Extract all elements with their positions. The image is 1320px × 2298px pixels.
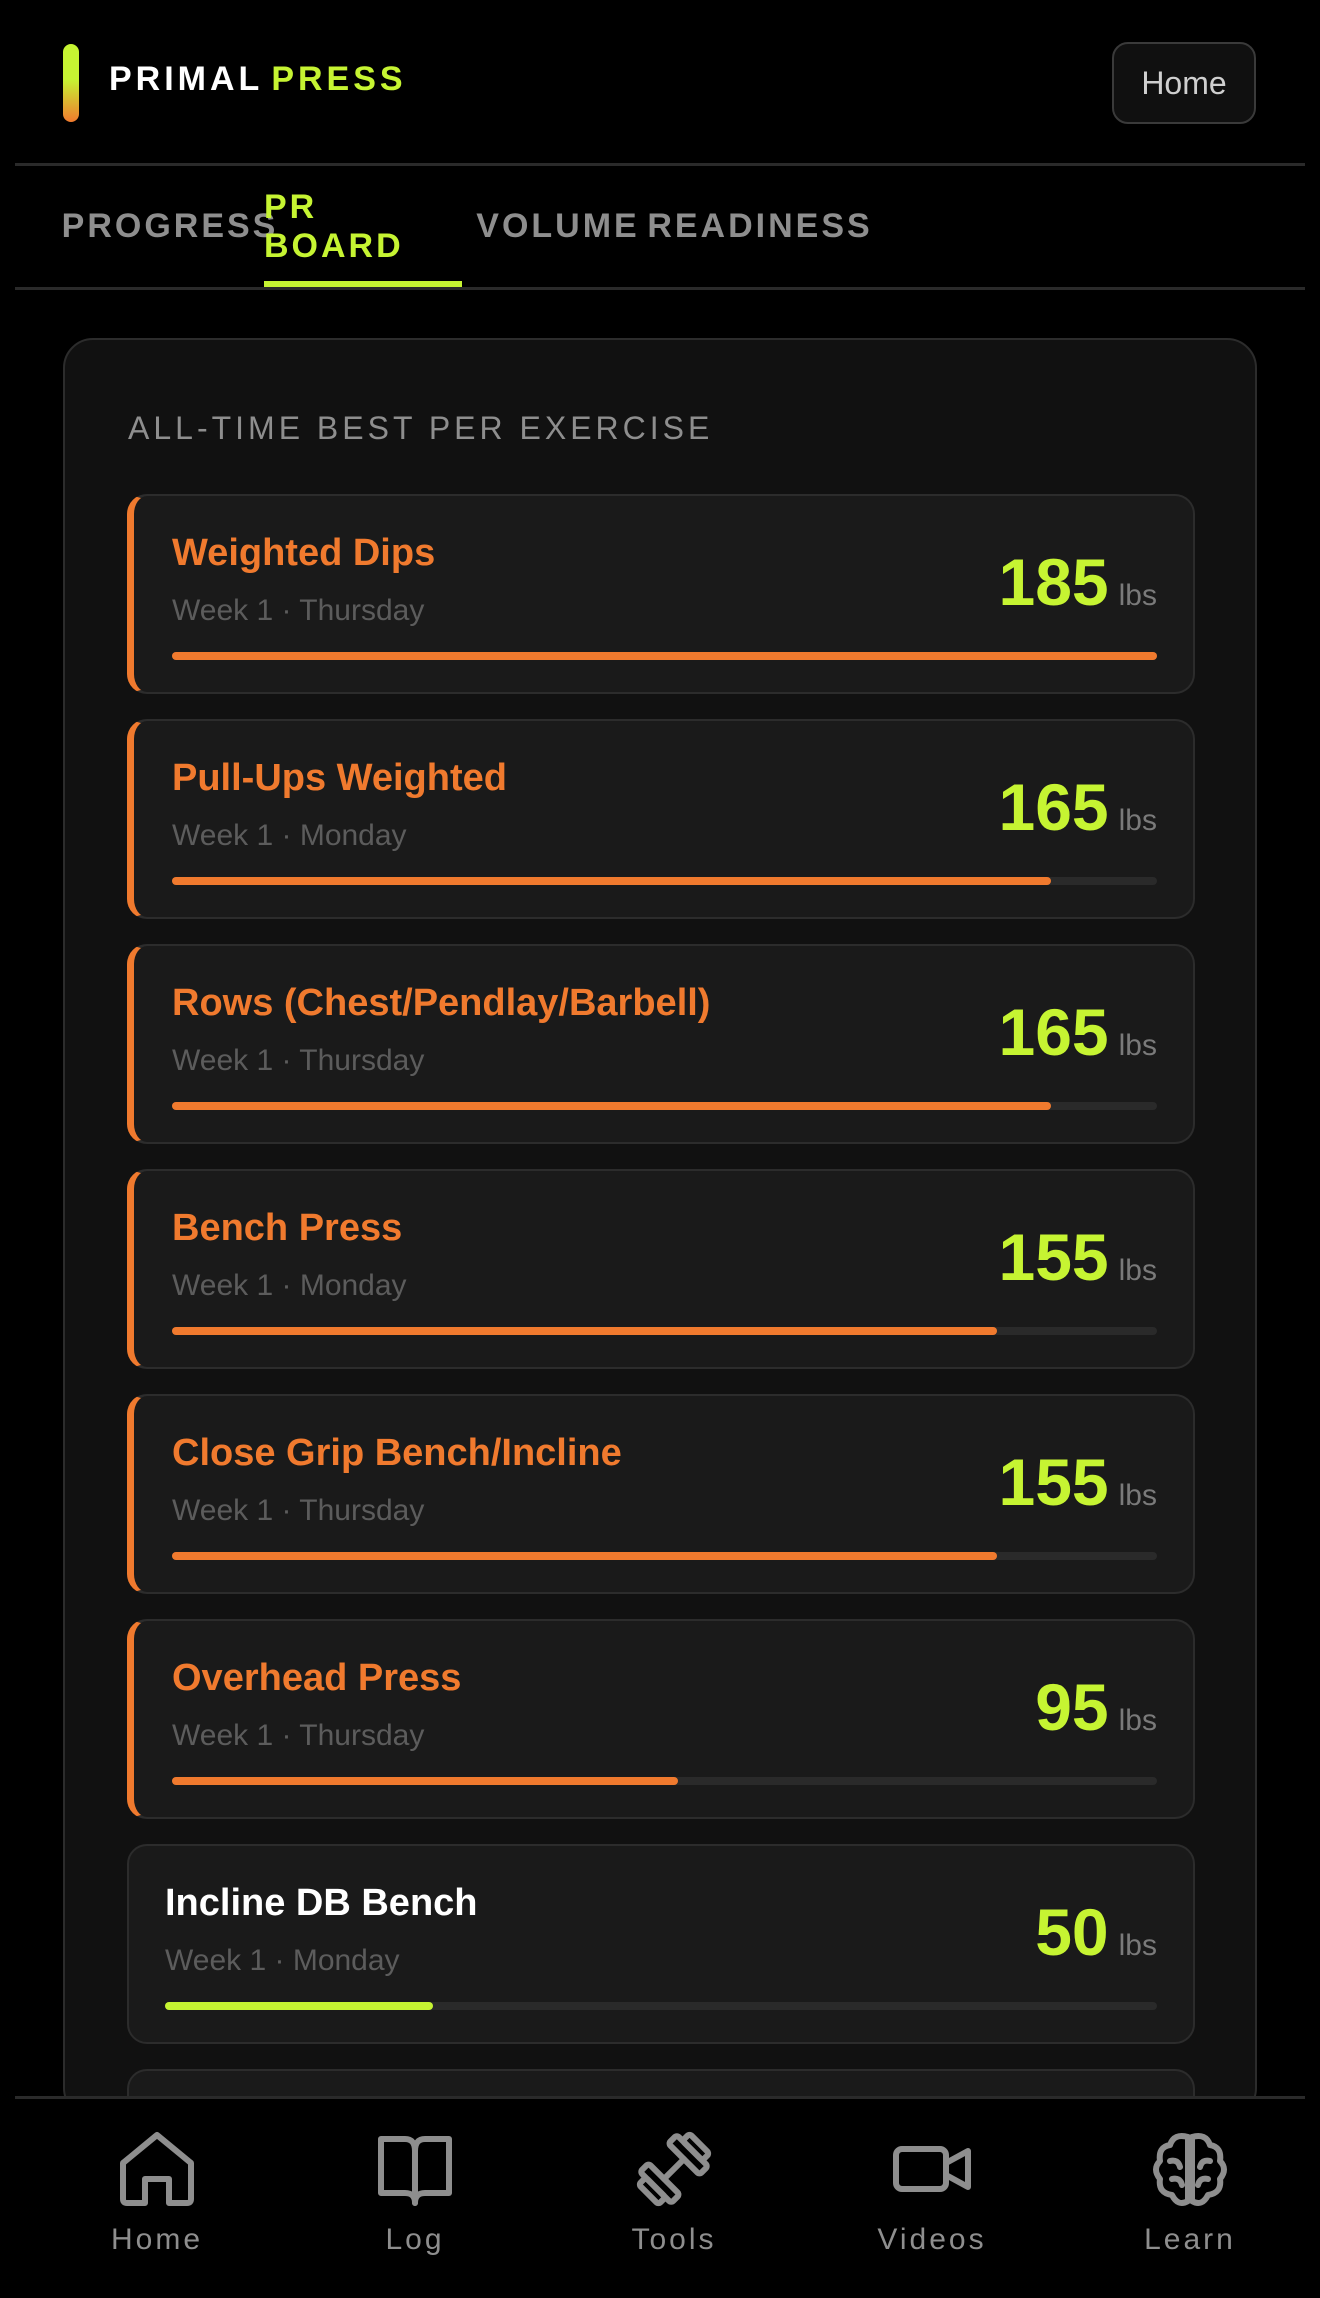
dumbbell-icon bbox=[634, 2129, 714, 2209]
nav-learn[interactable]: Learn bbox=[1090, 2099, 1290, 2298]
brand-logo-bar bbox=[63, 44, 79, 122]
home-button[interactable]: Home bbox=[1112, 42, 1256, 124]
brand-title: PRIMAL PRESS bbox=[109, 60, 407, 99]
pr-weight: 50 lbs bbox=[1035, 1894, 1157, 1970]
nav-home-label: Home bbox=[110, 2223, 204, 2256]
pr-progress-fill bbox=[172, 1777, 679, 1785]
brand-word-primal: PRIMAL bbox=[109, 60, 264, 98]
pr-board-card: ALL-TIME BEST PER EXERCISE Weighted Dips… bbox=[63, 338, 1257, 2118]
pr-progress-track bbox=[172, 1552, 1157, 1560]
pr-weight-unit: lbs bbox=[1118, 1254, 1157, 1287]
pr-weight-value: 165 bbox=[998, 995, 1109, 1069]
nav-videos-label: Videos bbox=[877, 2223, 987, 2256]
tab-pr-board[interactable]: PR BOARD bbox=[264, 166, 462, 287]
pr-weight: 155 lbs bbox=[999, 1444, 1157, 1520]
pr-weight-unit: lbs bbox=[1118, 1929, 1157, 1962]
pr-row[interactable]: Overhead Press Week 1 · Thursday 95 lbs bbox=[127, 1619, 1195, 1819]
pr-weight-value: 155 bbox=[998, 1220, 1109, 1294]
exercise-date: Week 1 · Monday bbox=[172, 1269, 407, 1302]
pr-progress-fill bbox=[165, 2002, 433, 2010]
pr-progress-track bbox=[165, 2002, 1157, 2010]
brain-icon bbox=[1150, 2129, 1230, 2209]
nav-learn-label: Learn bbox=[1144, 2223, 1236, 2256]
nav-log[interactable]: Log bbox=[315, 2099, 515, 2298]
pr-weight-unit: lbs bbox=[1118, 1479, 1157, 1512]
exercise-date: Week 1 · Thursday bbox=[172, 594, 425, 627]
video-camera-icon bbox=[892, 2129, 972, 2209]
pr-weight-value: 185 bbox=[998, 545, 1109, 619]
pr-progress-track bbox=[172, 1102, 1157, 1110]
pr-progress-fill bbox=[172, 1552, 998, 1560]
nav-tools[interactable]: Tools bbox=[574, 2099, 774, 2298]
pr-weight: 185 lbs bbox=[999, 544, 1157, 620]
pr-progress-fill bbox=[172, 877, 1051, 885]
exercise-name: Close Grip Bench/Incline bbox=[172, 1432, 622, 1474]
pr-row[interactable]: Close Grip Bench/Incline Week 1 · Thursda… bbox=[127, 1394, 1195, 1594]
pr-progress-track bbox=[172, 1327, 1157, 1335]
pr-weight-value: 155 bbox=[998, 1445, 1109, 1519]
pr-progress-fill bbox=[172, 1102, 1051, 1110]
exercise-name: Rows (Chest/Pendlay/Barbell) bbox=[172, 982, 711, 1024]
exercise-name: Bench Press bbox=[172, 1207, 403, 1249]
home-icon bbox=[117, 2129, 197, 2209]
exercise-name: Weighted Dips bbox=[172, 532, 436, 574]
bottom-nav: Home Log Tools Videos Learn bbox=[15, 2096, 1305, 2298]
pr-progress-fill bbox=[172, 652, 1157, 660]
tab-bar: PROGRESS PR BOARD VOLUME READINESS bbox=[15, 166, 1305, 290]
pr-weight-value: 165 bbox=[998, 770, 1109, 844]
pr-weight: 95 lbs bbox=[1035, 1669, 1157, 1745]
pr-weight-unit: lbs bbox=[1118, 579, 1157, 612]
pr-weight-unit: lbs bbox=[1118, 1704, 1157, 1737]
pr-weight: 165 lbs bbox=[999, 994, 1157, 1070]
tab-progress[interactable]: PROGRESS bbox=[62, 166, 276, 287]
pr-row[interactable]: Incline DB Bench Week 1 · Monday 50 lbs bbox=[127, 1844, 1195, 2044]
pr-weight-unit: lbs bbox=[1118, 804, 1157, 837]
exercise-date: Week 1 · Monday bbox=[165, 1944, 400, 1977]
nav-log-label: Log bbox=[385, 2223, 445, 2256]
exercise-date: Week 1 · Thursday bbox=[172, 1494, 425, 1527]
exercise-date: Week 1 · Thursday bbox=[172, 1719, 425, 1752]
exercise-name: Pull-Ups Weighted bbox=[172, 757, 507, 799]
pr-row[interactable]: Pull-Ups Weighted Week 1 · Monday 165 lbs bbox=[127, 719, 1195, 919]
exercise-name: Overhead Press bbox=[172, 1657, 462, 1699]
pr-weight: 155 lbs bbox=[999, 1219, 1157, 1295]
nav-tools-label: Tools bbox=[631, 2223, 717, 2256]
pr-weight: 165 lbs bbox=[999, 769, 1157, 845]
pr-progress-track bbox=[172, 877, 1157, 885]
pr-progress-track bbox=[172, 652, 1157, 660]
exercise-name: Incline DB Bench bbox=[165, 1882, 478, 1924]
pr-row[interactable]: Rows (Chest/Pendlay/Barbell) Week 1 · Thu… bbox=[127, 944, 1195, 1144]
app-header: PRIMAL PRESS Home bbox=[15, 0, 1305, 166]
nav-videos[interactable]: Videos bbox=[832, 2099, 1032, 2298]
pr-weight-value: 95 bbox=[1035, 1670, 1109, 1744]
tab-readiness[interactable]: READINESS bbox=[647, 166, 869, 287]
section-title: ALL-TIME BEST PER EXERCISE bbox=[128, 410, 714, 446]
exercise-date: Week 1 · Thursday bbox=[172, 1044, 425, 1077]
pr-weight-value: 50 bbox=[1035, 1895, 1109, 1969]
pr-row[interactable]: Bench Press Week 1 · Monday 155 lbs bbox=[127, 1169, 1195, 1369]
book-icon bbox=[375, 2129, 455, 2209]
pr-weight-unit: lbs bbox=[1118, 1029, 1157, 1062]
pr-row[interactable]: Weighted Dips Week 1 · Thursday 185 lbs bbox=[127, 494, 1195, 694]
exercise-date: Week 1 · Monday bbox=[172, 819, 407, 852]
tab-volume[interactable]: VOLUME bbox=[476, 166, 639, 287]
pr-progress-fill bbox=[172, 1327, 998, 1335]
brand-word-press: PRESS bbox=[271, 60, 407, 98]
app-root: PRIMAL PRESS Home PROGRESS PR BOARD VOLUM… bbox=[0, 0, 1320, 2298]
pr-progress-track bbox=[172, 1777, 1157, 1785]
nav-home[interactable]: Home bbox=[57, 2099, 257, 2298]
